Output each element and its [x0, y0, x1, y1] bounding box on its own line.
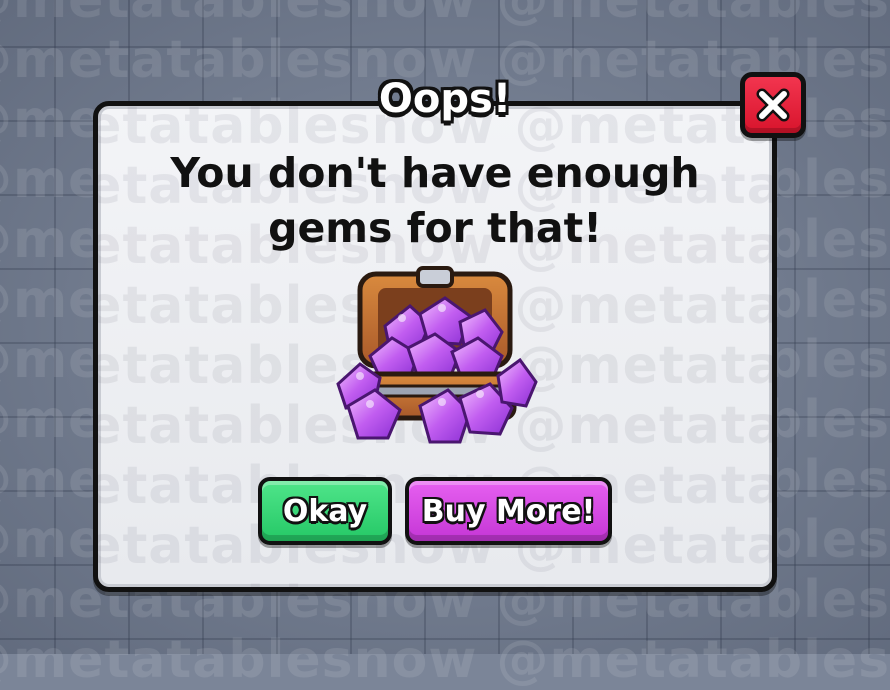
gem-chest-icon: [336, 266, 538, 444]
close-button[interactable]: [740, 72, 806, 138]
message-line-2: gems for that!: [268, 204, 602, 252]
close-icon: [756, 88, 790, 122]
buy-more-button[interactable]: Buy More!: [405, 477, 612, 545]
dialog-message: You don't have enough gems for that!: [93, 146, 777, 256]
okay-button[interactable]: Okay: [258, 477, 392, 545]
message-line-1: You don't have enough: [170, 149, 700, 197]
